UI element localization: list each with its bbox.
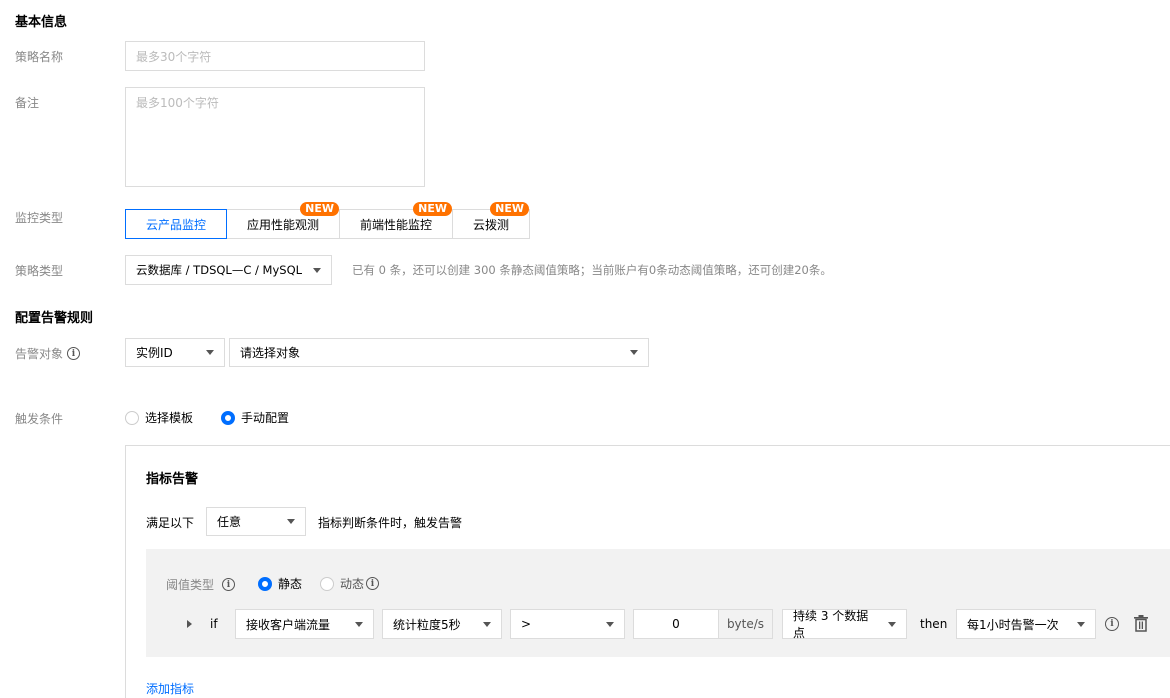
operator-value: > (521, 617, 532, 631)
remark-label: 备注 (15, 96, 40, 110)
metric-alarm-title: 指标告警 (146, 472, 199, 487)
radio-label: 动态 (340, 577, 365, 591)
threshold-type-label: 阈值类型 (166, 578, 215, 592)
radio-label: 静态 (278, 577, 303, 591)
policy-name-label: 策略名称 (15, 50, 64, 64)
trash-icon[interactable] (1133, 615, 1149, 632)
radio-label: 选择模板 (145, 411, 194, 425)
threshold-type-row: 阈值类型 i (166, 576, 236, 593)
chevron-down-icon (1077, 621, 1085, 627)
satisfy-suffix: 指标判断条件时，触发告警 (318, 516, 463, 530)
satisfy-prefix: 满足以下 (146, 516, 195, 530)
object-type-select[interactable]: 实例ID (125, 338, 225, 367)
chevron-down-icon (355, 621, 363, 627)
tab-cloud-product-monitor[interactable]: 云产品监控 (125, 209, 227, 239)
satisfy-value: 任意 (217, 515, 242, 529)
radio-button[interactable] (320, 576, 334, 591)
policy-type-label: 策略类型 (15, 264, 64, 278)
tab-label: 应用性能观测 (246, 217, 319, 232)
radio-select-template[interactable]: 选择模板 (125, 409, 193, 426)
threshold-value-group: 0 byte/s (633, 609, 773, 639)
then-label: then (920, 617, 948, 631)
radio-button-checked[interactable] (258, 576, 272, 591)
chevron-down-icon (606, 621, 614, 627)
tab-cloud-probe[interactable]: 云拨测 NEW (452, 202, 530, 239)
tab-label: 云产品监控 (145, 217, 206, 232)
radio-button-checked[interactable] (221, 410, 235, 425)
threshold-value-input[interactable]: 0 (634, 610, 719, 638)
duration-value: 持续 3 个数据点 (793, 609, 869, 640)
policy-name-placeholder: 最多30个字符 (136, 49, 212, 64)
frequency-value: 每1小时告警一次 (967, 617, 1059, 632)
info-icon[interactable]: i (67, 347, 81, 360)
alarm-object-label-row: 告警对象 i (15, 345, 81, 362)
remark-textarea[interactable]: 最多100个字符 (125, 87, 425, 187)
section-title-basic-info: 基本信息 (15, 15, 68, 30)
object-type-value: 实例ID (136, 346, 173, 360)
section-title-alarm-rules: 配置告警规则 (15, 311, 94, 326)
rule-area (146, 549, 1170, 657)
radio-static[interactable]: 静态 (258, 575, 302, 592)
new-badge: NEW (300, 202, 339, 216)
chevron-down-icon (287, 519, 295, 524)
expand-caret-icon[interactable] (187, 620, 192, 628)
object-select[interactable]: 请选择对象 (229, 338, 649, 367)
chevron-down-icon (206, 350, 214, 355)
trigger-condition-label: 触发条件 (15, 412, 64, 426)
policy-quota-hint: 已有 0 条，还可以创建 300 条静态阈值策略；当前账户有0条动态阈值策略，还… (352, 263, 832, 277)
satisfy-select[interactable]: 任意 (206, 507, 306, 536)
info-icon[interactable]: i (1105, 617, 1119, 631)
policy-type-select[interactable]: 云数据库 / TDSQL—C / MySQL (125, 255, 332, 285)
granularity-select[interactable]: 统计粒度5秒 (382, 609, 502, 639)
operator-select[interactable]: > (510, 609, 625, 639)
remark-placeholder: 最多100个字符 (136, 96, 219, 110)
tab-rum[interactable]: 前端性能监控 NEW (339, 202, 453, 239)
tab-apm[interactable]: 应用性能观测 NEW (226, 202, 340, 239)
new-badge: NEW (490, 202, 529, 216)
alarm-object-label: 告警对象 (15, 347, 64, 361)
add-metric-link[interactable]: 添加指标 (146, 680, 194, 697)
chevron-down-icon (888, 621, 896, 627)
frequency-select[interactable]: 每1小时告警一次 (956, 609, 1096, 639)
chevron-down-icon (483, 621, 491, 627)
metric-select[interactable]: 接收客户端流量 (235, 609, 374, 639)
object-select-value: 请选择对象 (240, 346, 301, 360)
policy-name-input[interactable]: 最多30个字符 (125, 41, 425, 71)
metric-value: 接收客户端流量 (246, 617, 331, 632)
tab-label: 云拨测 (472, 217, 509, 232)
duration-select[interactable]: 持续 3 个数据点 (782, 609, 907, 640)
chevron-down-icon (313, 267, 321, 273)
radio-manual-config[interactable]: 手动配置 (221, 409, 289, 426)
info-icon[interactable]: i (222, 578, 236, 591)
tab-label: 前端性能监控 (359, 217, 432, 232)
radio-button[interactable] (125, 410, 139, 425)
radio-dynamic[interactable]: 动态 i (320, 575, 380, 592)
if-label: if (210, 617, 218, 631)
monitor-type-label: 监控类型 (15, 211, 64, 225)
policy-type-value: 云数据库 / TDSQL—C / MySQL (136, 263, 303, 277)
new-badge: NEW (413, 202, 452, 216)
info-icon[interactable]: i (366, 577, 380, 590)
radio-label: 手动配置 (241, 411, 290, 425)
granularity-value: 统计粒度5秒 (393, 617, 461, 632)
unit-label: byte/s (719, 610, 772, 638)
chevron-down-icon (630, 350, 638, 355)
